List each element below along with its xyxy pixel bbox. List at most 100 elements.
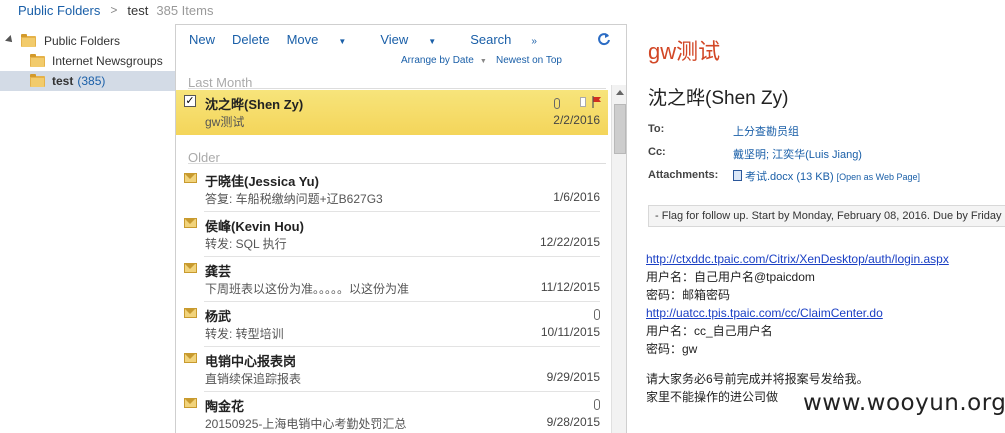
attachments-label: Attachments: [648, 169, 719, 181]
cc-label: Cc: [648, 146, 666, 158]
move-button[interactable]: Move ▼ [287, 32, 364, 47]
message-sender: 杨武 [205, 309, 232, 324]
envelope-icon [184, 398, 197, 408]
toolbar: New Delete Move ▼ View ▼ Search » [189, 32, 571, 47]
folder-label: Internet Newsgroups [52, 54, 163, 68]
folder-icon [30, 74, 45, 87]
chevron-down-icon: ▼ [338, 37, 347, 46]
message-subject: gw测试 [205, 115, 245, 129]
attachment-icon [554, 98, 560, 109]
folder-unread-count: (385) [77, 74, 106, 88]
scrollbar[interactable] [611, 85, 626, 433]
expand-arrow-icon[interactable] [5, 35, 15, 45]
arrange-label: Arrange by Date [401, 55, 474, 66]
message-subject: 答复: 车船税缴纳问题+辽B627G3 [205, 192, 383, 206]
attachment-icon [594, 399, 600, 410]
list-item[interactable]: 陶金花 20150925-上海电销中心考勤处罚汇总 9/28/2015 [176, 392, 608, 433]
move-label: Move [286, 32, 319, 47]
view-button[interactable]: View ▼ [380, 32, 453, 47]
list-item[interactable]: 龚芸 下周班表以这份为准。。。。。以这份为准 11/12/2015 [176, 257, 608, 302]
message-sender: 电销中心报表岗 [205, 354, 297, 369]
message-date: 10/11/2015 [540, 325, 600, 339]
list-item[interactable]: 杨武 转发: 转型培训 10/11/2015 [176, 302, 608, 347]
message-sender: 侯峰(Kevin Hou) [205, 219, 304, 234]
folder-public-folders[interactable]: Public Folders [0, 31, 175, 51]
message-subject: 下周班表以这份为准。。。。。以这份为准 [205, 282, 410, 296]
message-from[interactable]: 沈之晔(Shen Zy) [648, 83, 788, 110]
delete-button[interactable]: Delete [232, 32, 270, 47]
message-sender: 陶金花 [205, 399, 245, 414]
flag-icon[interactable] [592, 96, 602, 108]
message-date: 12/22/2015 [539, 235, 600, 249]
folder-internet-newsgroups[interactable]: Internet Newsgroups [0, 51, 175, 71]
cc-recipients-link[interactable]: 戴坚明; 江奕华(Luis Jiang) [733, 146, 862, 162]
list-item[interactable]: 侯峰(Kevin Hou) 转发: SQL 执行 12/22/2015 [176, 212, 608, 257]
body-link-claimcenter[interactable]: http://uatcc.tpis.tpaic.com/cc/ClaimCent… [646, 304, 949, 322]
list-item[interactable]: 于晓佳(Jessica Yu) 答复: 车船税缴纳问题+辽B627G3 1/6/… [176, 167, 608, 212]
category-box-icon[interactable] [580, 97, 586, 107]
arrange-by-date-button[interactable]: Arrange by Date ▼ [401, 55, 487, 66]
word-document-icon [733, 170, 742, 181]
message-subject: 转发: SQL 执行 [205, 237, 287, 251]
envelope-icon [184, 173, 197, 183]
folder-icon [30, 54, 45, 67]
folder-test[interactable]: test (385) [0, 71, 175, 91]
list-item[interactable]: ✓ 沈之晔(Shen Zy) gw测试 2/2/2016 [176, 90, 608, 135]
message-date: 11/12/2015 [540, 280, 600, 294]
message-date: 9/28/2015 [546, 415, 600, 429]
search-button[interactable]: Search » [470, 32, 554, 47]
to-recipient-link[interactable]: 上分查勘员组 [733, 123, 799, 139]
chevron-down-icon: ▼ [479, 58, 487, 65]
message-date: 9/29/2015 [546, 370, 600, 384]
new-button[interactable]: New [189, 32, 215, 47]
group-header-older: Older [188, 150, 604, 165]
envelope-icon [184, 308, 197, 318]
message-list-pane: New Delete Move ▼ View ▼ Search » Arrange b… [175, 24, 627, 433]
envelope-icon [184, 353, 197, 363]
body-text: 用户名：自己用户名@tpaicdom [646, 270, 815, 284]
breadcrumb: Public Folders > test 385 Items [0, 0, 1005, 20]
folder-label: Public Folders [44, 34, 121, 48]
message-subject: 直销续保追踪报表 [205, 372, 302, 386]
breadcrumb-root-link[interactable]: Public Folders [18, 3, 100, 18]
message-date: 1/6/2016 [553, 190, 600, 204]
message-sender: 沈之晔(Shen Zy) [205, 97, 304, 112]
message-sender: 龚芸 [205, 264, 232, 279]
list-item[interactable]: 电销中心报表岗 直销续保追踪报表 9/29/2015 [176, 347, 608, 392]
envelope-icon [184, 218, 197, 228]
group-header-last-month: Last Month [188, 75, 609, 90]
folder-label-text: test [52, 74, 74, 88]
scroll-up-arrow-icon[interactable] [616, 90, 624, 95]
open-as-web-page-link[interactable]: [Open as Web Page] [837, 172, 920, 182]
message-title: gw测试 [648, 39, 721, 64]
search-label: Search [470, 32, 512, 47]
double-chevron-icon: » [531, 36, 537, 47]
message-subject: 20150925-上海电销中心考勤处罚汇总 [205, 417, 407, 431]
item-count: 385 Items [156, 2, 214, 18]
attachment-icon [594, 309, 600, 320]
to-label: To: [648, 123, 665, 135]
body-text: 密码：邮箱密码 [646, 288, 731, 302]
body-text: 密码：gw [646, 342, 698, 356]
folder-label: test (385) [52, 74, 105, 88]
body-text: 请大家务必6号前完成并将报案号发给我。 [646, 372, 869, 386]
message-date: 2/2/2016 [553, 113, 600, 127]
envelope-icon [184, 263, 197, 273]
body-link-citrix[interactable]: http://ctxddc.tpaic.com/Citrix/XenDeskto… [646, 250, 949, 268]
message-body: http://ctxddc.tpaic.com/Citrix/XenDeskto… [646, 250, 949, 406]
folder-tree: Public Folders Internet Newsgroups test(… [0, 24, 175, 433]
follow-up-flag-bar: - Flag for follow up. Start by Monday, F… [648, 205, 1005, 227]
breadcrumb-separator-icon: > [110, 3, 118, 17]
newest-on-top-button[interactable]: Newest on Top [496, 55, 562, 66]
view-label: View [380, 32, 409, 47]
checkbox-checked-icon[interactable]: ✓ [184, 95, 196, 107]
message-sender: 于晓佳(Jessica Yu) [205, 174, 319, 189]
attachment-link[interactable]: 考试.docx (13 KB) [745, 171, 834, 183]
refresh-icon[interactable] [597, 32, 611, 46]
breadcrumb-current: test [127, 2, 149, 18]
attachment-item: 考试.docx (13 KB) [Open as Web Page] [733, 168, 920, 184]
watermark: www.wooyun.org [803, 390, 1005, 416]
body-text: 用户名：cc_自己用户名 [646, 324, 773, 338]
scrollbar-thumb[interactable] [614, 104, 626, 154]
